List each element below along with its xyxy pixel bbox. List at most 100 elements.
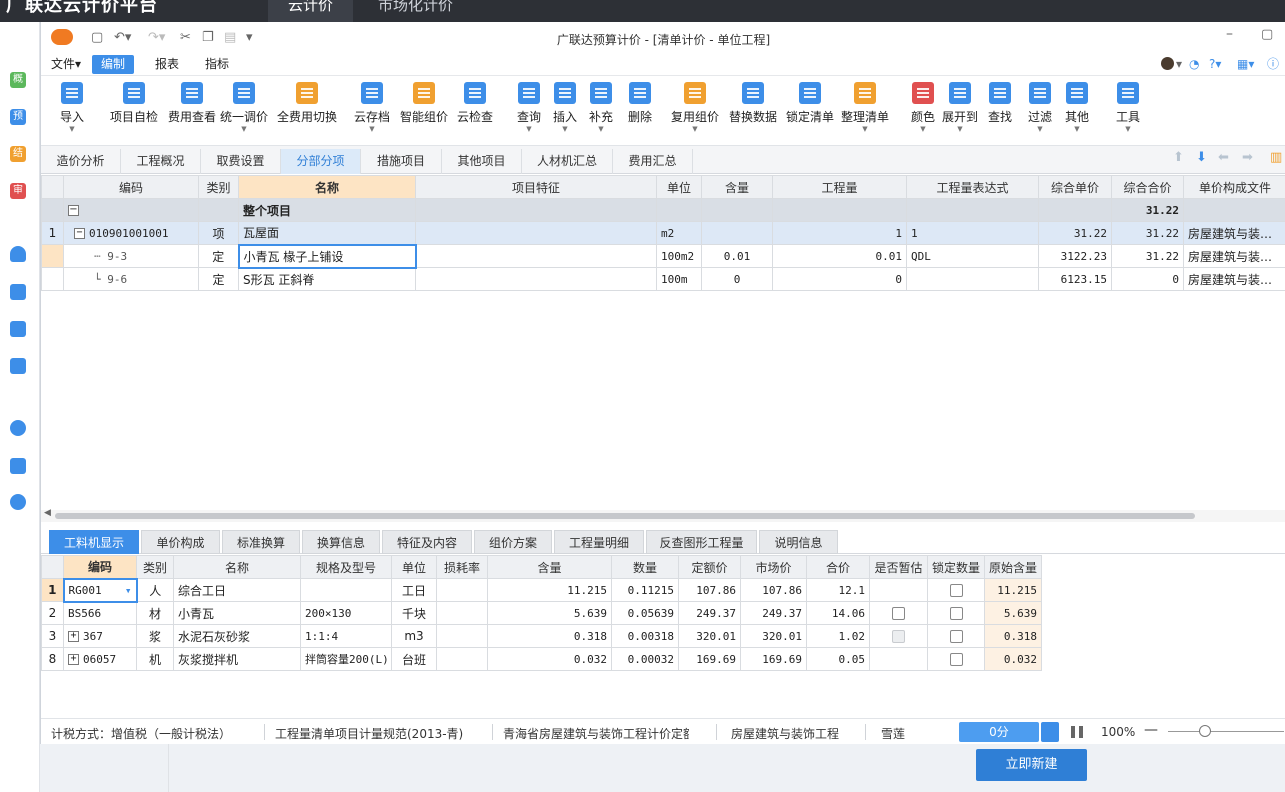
- ribbon-button-delete[interactable]: 删除: [625, 79, 655, 141]
- code-dropdown-icon[interactable]: ▾: [125, 584, 132, 597]
- cell-type[interactable]: 定: [198, 244, 239, 268]
- scrollbar-thumb[interactable]: [55, 513, 1195, 519]
- col-header-lock-amount[interactable]: 锁定数量: [927, 555, 985, 579]
- table-row-root[interactable]: − 整个项目 31.22: [41, 198, 1285, 222]
- cell-code[interactable]: ┄ 9-3: [63, 244, 199, 268]
- cell-quantity[interactable]: 1: [772, 221, 907, 245]
- spec-standard[interactable]: 工程量清单项目计量规范(2013-青): [275, 725, 487, 742]
- scroll-left-icon[interactable]: ◀: [44, 508, 51, 518]
- col-header-content[interactable]: 含量: [487, 555, 612, 579]
- cell-feature[interactable]: [415, 267, 657, 291]
- col-header-expression[interactable]: 工程量表达式: [906, 175, 1039, 199]
- cell-name[interactable]: 综合工日: [173, 578, 301, 602]
- cell-price-file[interactable]: 房屋建筑与装…: [1183, 244, 1285, 268]
- layout-toggle-icon[interactable]: [1041, 722, 1059, 742]
- cell-type[interactable]: 浆: [136, 624, 174, 648]
- grid-menu-icon[interactable]: ▦▾: [1235, 55, 1256, 74]
- sidebar-item-settlement[interactable]: 结: [10, 146, 26, 162]
- cell-estimate[interactable]: [869, 647, 928, 671]
- move-up-icon[interactable]: ⬆: [1173, 150, 1184, 165]
- cell-estimate[interactable]: [869, 578, 928, 602]
- cell-unit[interactable]: m2: [656, 221, 702, 245]
- sync-icon[interactable]: ◔: [1187, 55, 1201, 74]
- cell-market-price[interactable]: 320.01: [740, 624, 807, 648]
- chart-icon[interactable]: [10, 458, 26, 474]
- minimize-icon[interactable]: –: [1226, 26, 1233, 42]
- account-dropdown-icon[interactable]: ▾: [1174, 55, 1184, 74]
- cell-code[interactable]: +367: [63, 624, 137, 648]
- cell-expression[interactable]: [906, 267, 1039, 291]
- info-icon[interactable]: ⓘ: [1265, 55, 1281, 74]
- ribbon-button-cloud-check[interactable]: 云检查: [455, 79, 495, 141]
- tab-2[interactable]: 取费设置: [201, 149, 281, 174]
- cell-amount[interactable]: 0.11215: [611, 578, 679, 602]
- detail-tab-6[interactable]: 工程量明细: [554, 530, 644, 554]
- horizontal-scrollbar[interactable]: ◀: [41, 508, 1285, 522]
- tax-method[interactable]: 计税方式：增值税（一般计税法）: [51, 725, 266, 742]
- ribbon-button-query[interactable]: 查询 ▼: [514, 79, 544, 141]
- zoom-slider-thumb[interactable]: [1199, 725, 1211, 737]
- sidebar-item-audit[interactable]: 审: [10, 183, 26, 199]
- collapse-icon[interactable]: −: [74, 228, 85, 239]
- table-row[interactable]: 3 +367 浆水泥石灰砂浆 1:1:4 m3 0.318 0.00318 320.01 320…: [41, 624, 1042, 648]
- ribbon-button-reuse[interactable]: 复用组价 ▼: [670, 79, 720, 141]
- col-header-quantity[interactable]: 工程量: [772, 175, 907, 199]
- cell-expression[interactable]: QDL: [906, 244, 1039, 268]
- cell-unit[interactable]: m3: [391, 624, 437, 648]
- cell-unit[interactable]: 100m: [656, 267, 702, 291]
- cell-code[interactable]: BS566: [63, 601, 137, 625]
- detail-tab-1[interactable]: 单价构成: [141, 530, 220, 554]
- table-row[interactable]: 2 BS566 材小青瓦 200×130 千块 5.639 0.05639 249.37 249…: [41, 601, 1042, 625]
- col-header-type[interactable]: 类别: [136, 555, 174, 579]
- table-row[interactable]: 1 −010901001001 项 瓦屋面 m2 1 1 31.22 31.22…: [41, 221, 1285, 245]
- cell-code[interactable]: RG001 ▾: [62, 577, 138, 603]
- tab-0[interactable]: 造价分析: [41, 149, 121, 174]
- calendar-icon[interactable]: [10, 284, 26, 300]
- cell-type[interactable]: 机: [136, 647, 174, 671]
- zoom-out-icon[interactable]: —: [1144, 722, 1158, 738]
- cell-spec[interactable]: 1:1:4: [300, 624, 392, 648]
- cell-loss-rate[interactable]: [436, 578, 488, 602]
- cell-content[interactable]: 11.215: [487, 578, 612, 602]
- maximize-icon[interactable]: ▢: [1261, 27, 1273, 42]
- building-icon[interactable]: [10, 358, 26, 374]
- column-view-icon[interactable]: [1071, 726, 1083, 738]
- cell-unit-price[interactable]: 6123.15: [1038, 267, 1112, 291]
- col-header-name[interactable]: 名称: [173, 555, 301, 579]
- create-new-button[interactable]: 立即新建: [976, 749, 1087, 781]
- cell-quantity[interactable]: 0.01: [772, 244, 907, 268]
- detail-tab-8[interactable]: 说明信息: [759, 530, 838, 554]
- col-header-type[interactable]: 类别: [198, 175, 239, 199]
- ribbon-button-supplement[interactable]: 补充 ▼: [586, 79, 616, 141]
- expand-icon[interactable]: +: [68, 654, 79, 665]
- col-header-market-price[interactable]: 市场价: [740, 555, 807, 579]
- cell-code[interactable]: −010901001001: [63, 221, 199, 245]
- tab-market-pricing[interactable]: 市场化计价: [358, 0, 473, 22]
- ribbon-button-adjust-price[interactable]: 统一调价 ▼: [219, 79, 269, 141]
- lock-checkbox[interactable]: [949, 584, 963, 597]
- cell-market-price[interactable]: 249.37: [740, 601, 807, 625]
- menu-file[interactable]: 文件▾: [42, 55, 90, 74]
- col-header-original-content[interactable]: 原始含量: [984, 555, 1042, 579]
- cell-content[interactable]: [701, 221, 773, 245]
- cell-sum[interactable]: 1.02: [806, 624, 870, 648]
- detail-tab-2[interactable]: 标准换算: [222, 530, 300, 554]
- cell-base-price[interactable]: 320.01: [678, 624, 741, 648]
- project-type[interactable]: 房屋建筑与装饰工程: [731, 725, 849, 742]
- cell-name[interactable]: 小青瓦 椽子上铺设: [237, 243, 417, 269]
- move-right-icon[interactable]: ➡: [1242, 150, 1253, 165]
- refresh-icon[interactable]: [10, 494, 26, 510]
- ribbon-button-switch[interactable]: 全费用切换: [274, 79, 340, 141]
- ribbon-button-import[interactable]: 导入 ▼: [57, 79, 87, 141]
- detail-tab-0[interactable]: 工料机显示: [49, 530, 139, 554]
- col-header-loss-rate[interactable]: 损耗率: [436, 555, 488, 579]
- cell-market-price[interactable]: 169.69: [740, 647, 807, 671]
- cell-sum[interactable]: 14.06: [806, 601, 870, 625]
- cell-amount[interactable]: 0.00032: [611, 647, 679, 671]
- quota-standard[interactable]: 青海省房屋建筑与装饰工程计价定额: [503, 725, 689, 742]
- table-row[interactable]: ┄ 9-3 定 小青瓦 椽子上铺设 100m2 0.01 0.01 QDL 31…: [41, 243, 1285, 269]
- cell-name[interactable]: 瓦屋面: [238, 221, 416, 245]
- cell-sum[interactable]: 12.1: [806, 578, 870, 602]
- cell-lock-amount[interactable]: [927, 647, 985, 671]
- cell-base-price[interactable]: 169.69: [678, 647, 741, 671]
